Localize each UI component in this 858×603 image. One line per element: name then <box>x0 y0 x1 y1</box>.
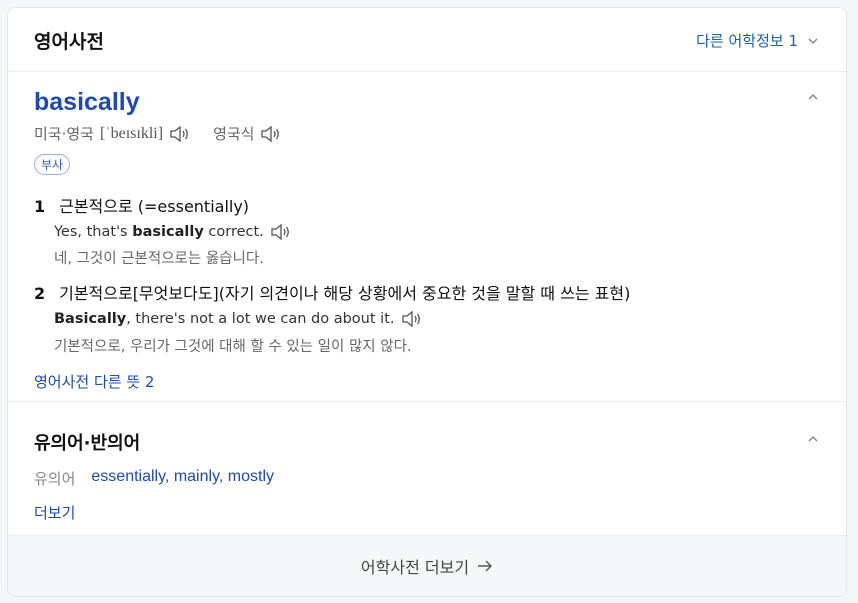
example-keyword: Basically <box>54 311 127 327</box>
section-title: 영어사전 <box>34 31 104 53</box>
synonyms-title: 유의어·반의어 <box>34 433 141 454</box>
headword[interactable]: basically <box>34 88 140 117</box>
sense-number: 2 <box>34 284 46 303</box>
card-header: 영어사전 다른 어학정보 1 <box>8 8 846 72</box>
dictionary-card: 영어사전 다른 어학정보 1 basically 미국·영국 [ˈbeɪsɪkl… <box>7 7 847 597</box>
chevron-up-icon[interactable] <box>806 432 820 446</box>
speaker-icon[interactable] <box>401 309 423 329</box>
example-sentence: Basically, there's not a lot we can do a… <box>54 309 423 329</box>
sense-2: 2 기본적으로[무엇보다도](자기 의견이나 해당 상황에서 중요한 것을 말할… <box>34 280 630 304</box>
other-info-label: 다른 어학정보 1 <box>696 32 798 50</box>
pron-ipa: [ˈbeɪsɪkli] <box>99 124 164 142</box>
example-sentence: Yes, that's basically correct. <box>54 222 292 242</box>
synonym-word[interactable]: essentially, <box>91 468 169 485</box>
sense-1: 1 근본적으로 (=essentially) <box>34 193 249 217</box>
chevron-down-icon <box>808 37 818 44</box>
pron-region-us-uk: 미국·영국 <box>34 125 94 143</box>
sense-number: 1 <box>34 197 46 216</box>
more-dictionary-button[interactable]: 어학사전 더보기 <box>8 535 846 596</box>
synonyms-label: 유의어 <box>34 470 76 488</box>
example-text: correct. <box>203 224 264 240</box>
speaker-icon[interactable] <box>169 124 191 144</box>
example-translation: 기본적으로, 우리가 그것에 대해 할 수 있는 일이 많지 않다. <box>54 339 412 355</box>
speaker-icon[interactable] <box>260 124 282 144</box>
sense-meaning: 기본적으로[무엇보다도](자기 의견이나 해당 상황에서 중요한 것을 말할 때… <box>59 284 631 303</box>
speaker-icon[interactable] <box>270 222 292 242</box>
divider <box>8 401 846 402</box>
synonym-word[interactable]: mainly, <box>174 468 224 485</box>
example-text: Yes, that's <box>54 224 133 240</box>
footer-label: 어학사전 더보기 <box>360 558 470 577</box>
synonym-list: essentially, mainly, mostly <box>91 468 274 489</box>
arrow-right-icon <box>478 560 493 572</box>
pronunciation-row: 미국·영국 [ˈbeɪsɪkli] 영국식 <box>34 123 282 144</box>
pron-region-uk: 영국식 <box>213 125 255 143</box>
example-translation: 네, 그것이 근본적으로는 옳습니다. <box>54 251 264 267</box>
more-meanings-link[interactable]: 영어사전 다른 뜻 2 <box>34 371 154 392</box>
chevron-up-icon[interactable] <box>806 90 820 104</box>
example-text: , there's not a lot we can do about it. <box>126 311 395 327</box>
part-of-speech-badge: 부사 <box>34 154 71 175</box>
see-more-link[interactable]: 더보기 <box>34 502 75 523</box>
synonym-word[interactable]: mostly <box>228 468 274 485</box>
sense-meaning: 근본적으로 (=essentially) <box>59 197 250 216</box>
example-keyword: basically <box>132 224 204 240</box>
other-language-info-toggle[interactable]: 다른 어학정보 1 <box>696 30 820 51</box>
synonyms-row: 유의어 essentially, mainly, mostly <box>34 468 274 489</box>
